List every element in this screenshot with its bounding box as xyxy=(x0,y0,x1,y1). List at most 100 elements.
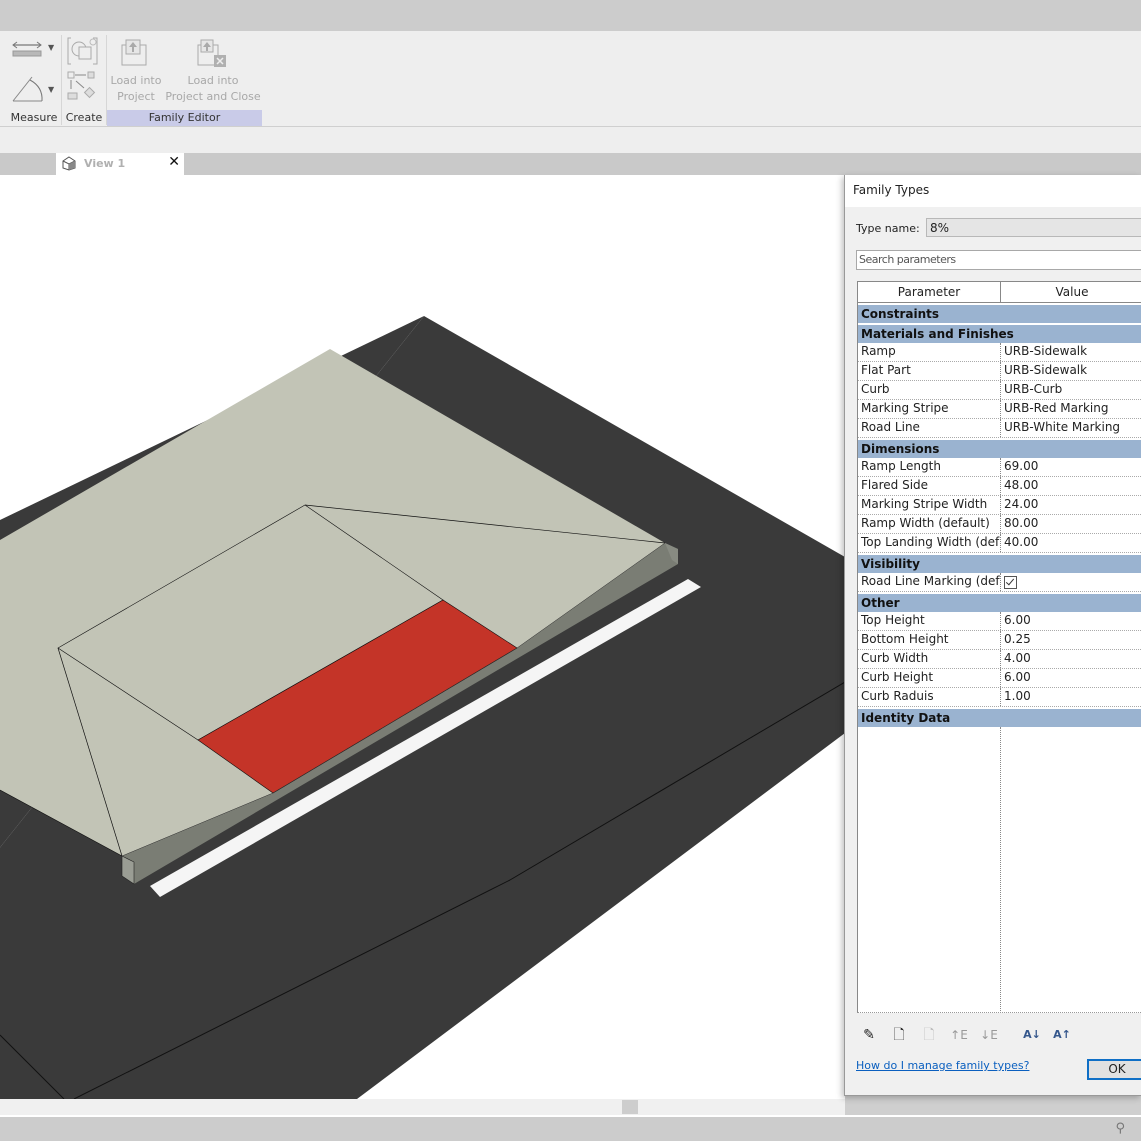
parameter-value[interactable]: URB-Sidewalk xyxy=(1001,362,1141,380)
horizontal-scrollbar[interactable] xyxy=(0,1099,845,1115)
status-bar: ⚲ xyxy=(0,1117,1141,1141)
edit-type-icon[interactable]: ✎ xyxy=(859,1025,879,1045)
family-types-dialog: Family Types Type name: 8% Search parame… xyxy=(844,175,1141,1096)
dialog-title: Family Types xyxy=(853,183,930,197)
parameter-value[interactable]: URB-Red Marking xyxy=(1001,400,1141,418)
dropdown-arrow-icon[interactable]: ▼ xyxy=(48,85,54,94)
parameter-row[interactable]: Flared Side 48.00 xyxy=(858,477,1141,496)
parameter-name: Marking Stripe Width xyxy=(858,496,1001,514)
parameter-value[interactable]: 4.00 xyxy=(1001,650,1141,668)
parameter-value[interactable]: 0.25 xyxy=(1001,631,1141,649)
parameter-name: Curb Raduis xyxy=(858,688,1001,706)
parameter-row[interactable]: Curb Height 6.00 xyxy=(858,669,1141,688)
parameter-name: Flat Part xyxy=(858,362,1001,380)
load-into-project-button[interactable]: Load into Project xyxy=(106,73,166,105)
3d-view-icon xyxy=(62,156,76,171)
create-tools-icon[interactable] xyxy=(66,69,100,103)
parameter-value[interactable]: 6.00 xyxy=(1001,669,1141,687)
parameter-value[interactable]: 40.00 xyxy=(1001,534,1141,552)
button-label-line: Load into xyxy=(110,74,162,87)
load-into-project-close-button[interactable]: Load into Project and Close xyxy=(164,73,262,105)
ribbon: ▼ ▼ Measure Create Load into Project Loa… xyxy=(0,31,1141,127)
aligned-dimension-icon[interactable] xyxy=(10,37,46,63)
parameter-value[interactable]: URB-Sidewalk xyxy=(1001,343,1141,361)
sort-ascending-icon[interactable]: A↓ xyxy=(1022,1025,1042,1045)
angular-dimension-icon[interactable] xyxy=(10,71,46,105)
tab-view-1[interactable]: View 1 ✕ xyxy=(56,153,184,175)
parameter-row[interactable]: Ramp Width (default) 80.00 xyxy=(858,515,1141,534)
parameter-row[interactable]: Curb Width 4.00 xyxy=(858,650,1141,669)
title-bar xyxy=(0,0,1141,31)
dialog-title-bar: Family Types xyxy=(845,175,1141,207)
parameter-name: Road Line Marking (defaul xyxy=(858,573,1001,591)
tab-label: View 1 xyxy=(84,157,126,170)
parameter-name: Ramp Length xyxy=(858,458,1001,476)
button-label-line: Project and Close xyxy=(165,90,261,103)
parameter-name: Marking Stripe xyxy=(858,400,1001,418)
sort-descending-icon[interactable]: A↑ xyxy=(1052,1025,1072,1045)
parameter-name: Curb Width xyxy=(858,650,1001,668)
group-row[interactable]: Dimensions xyxy=(858,440,1141,458)
parameter-row[interactable]: Ramp Length 69.00 xyxy=(858,458,1141,477)
grid-header: Parameter Value xyxy=(858,282,1141,303)
parameter-value[interactable]: 6.00 xyxy=(1001,612,1141,630)
ribbon-strip xyxy=(0,127,1141,153)
group-row[interactable]: Materials and Finishes xyxy=(858,325,1141,343)
load-into-project-icon[interactable] xyxy=(120,37,150,67)
parameter-name: Curb Height xyxy=(858,669,1001,687)
load-into-project-close-icon[interactable] xyxy=(196,37,230,69)
parameter-name: Top Landing Width (defau xyxy=(858,534,1001,552)
parameter-row[interactable]: Curb Raduis 1.00 xyxy=(858,688,1141,707)
model-view xyxy=(0,316,845,1099)
help-link[interactable]: How do I manage family types? xyxy=(856,1059,1029,1072)
parameter-value[interactable]: 1.00 xyxy=(1001,688,1141,706)
parameter-name: Ramp xyxy=(858,343,1001,361)
parameter-row[interactable]: Top Height 6.00 xyxy=(858,612,1141,631)
parameter-name: Road Line xyxy=(858,419,1001,437)
parameter-value[interactable]: 80.00 xyxy=(1001,515,1141,533)
group-row[interactable]: Constraints xyxy=(858,305,1141,323)
scrollbar-thumb[interactable] xyxy=(622,1100,638,1114)
new-type-icon[interactable]: 🗋 xyxy=(889,1025,909,1045)
checkbox-checked[interactable] xyxy=(1004,576,1017,589)
parameter-value[interactable]: URB-Curb xyxy=(1001,381,1141,399)
ok-button[interactable]: OK xyxy=(1087,1059,1141,1080)
group-row[interactable]: Identity Data xyxy=(858,709,1141,727)
parameter-row[interactable]: Marking Stripe Width 24.00 xyxy=(858,496,1141,515)
parameter-row[interactable]: Ramp URB-Sidewalk xyxy=(858,343,1141,362)
parameter-row[interactable]: Marking Stripe URB-Red Marking xyxy=(858,400,1141,419)
move-up-icon[interactable]: ↑E xyxy=(949,1025,969,1045)
group-row[interactable]: Visibility xyxy=(858,555,1141,573)
parameter-row[interactable]: Curb URB-Curb xyxy=(858,381,1141,400)
search-parameters-input[interactable]: Search parameters xyxy=(856,250,1141,270)
type-name-label: Type name: xyxy=(856,222,920,235)
parameter-value[interactable]: 24.00 xyxy=(1001,496,1141,514)
button-label-line: Project xyxy=(117,90,155,103)
column-header-parameter[interactable]: Parameter xyxy=(858,282,1001,302)
button-label-line: Load into xyxy=(187,74,239,87)
parameter-row[interactable]: Road Line URB-White Marking xyxy=(858,419,1141,438)
parameter-name: Flared Side xyxy=(858,477,1001,495)
parameter-row[interactable]: Flat Part URB-Sidewalk xyxy=(858,362,1141,381)
parameter-row[interactable]: Bottom Height 0.25 xyxy=(858,631,1141,650)
parameter-row[interactable]: Top Landing Width (defau 40.00 xyxy=(858,534,1141,553)
parameter-name: Ramp Width (default) xyxy=(858,515,1001,533)
parameter-value[interactable]: URB-White Marking xyxy=(1001,419,1141,437)
column-header-value[interactable]: Value xyxy=(1001,282,1141,302)
type-name-select[interactable]: 8% xyxy=(926,218,1141,237)
family-editor-panel-label: Family Editor xyxy=(107,110,262,126)
parameter-row[interactable]: Road Line Marking (defaul xyxy=(858,573,1141,592)
parameter-value[interactable]: 69.00 xyxy=(1001,458,1141,476)
group-row[interactable]: Other xyxy=(858,594,1141,612)
close-tab-icon[interactable]: ✕ xyxy=(168,154,180,170)
family-category-icon[interactable] xyxy=(66,36,100,66)
parameter-value[interactable]: 48.00 xyxy=(1001,477,1141,495)
filter-icon[interactable]: ⚲ xyxy=(1115,1121,1125,1136)
dropdown-arrow-icon[interactable]: ▼ xyxy=(48,43,54,52)
create-panel-label: Create xyxy=(65,111,103,124)
parameter-value[interactable] xyxy=(1001,573,1141,591)
move-down-icon[interactable]: ↓E xyxy=(979,1025,999,1045)
parameter-name: Bottom Height xyxy=(858,631,1001,649)
delete-type-icon[interactable]: 🗋 xyxy=(919,1025,939,1045)
3d-viewport[interactable] xyxy=(0,175,845,1099)
